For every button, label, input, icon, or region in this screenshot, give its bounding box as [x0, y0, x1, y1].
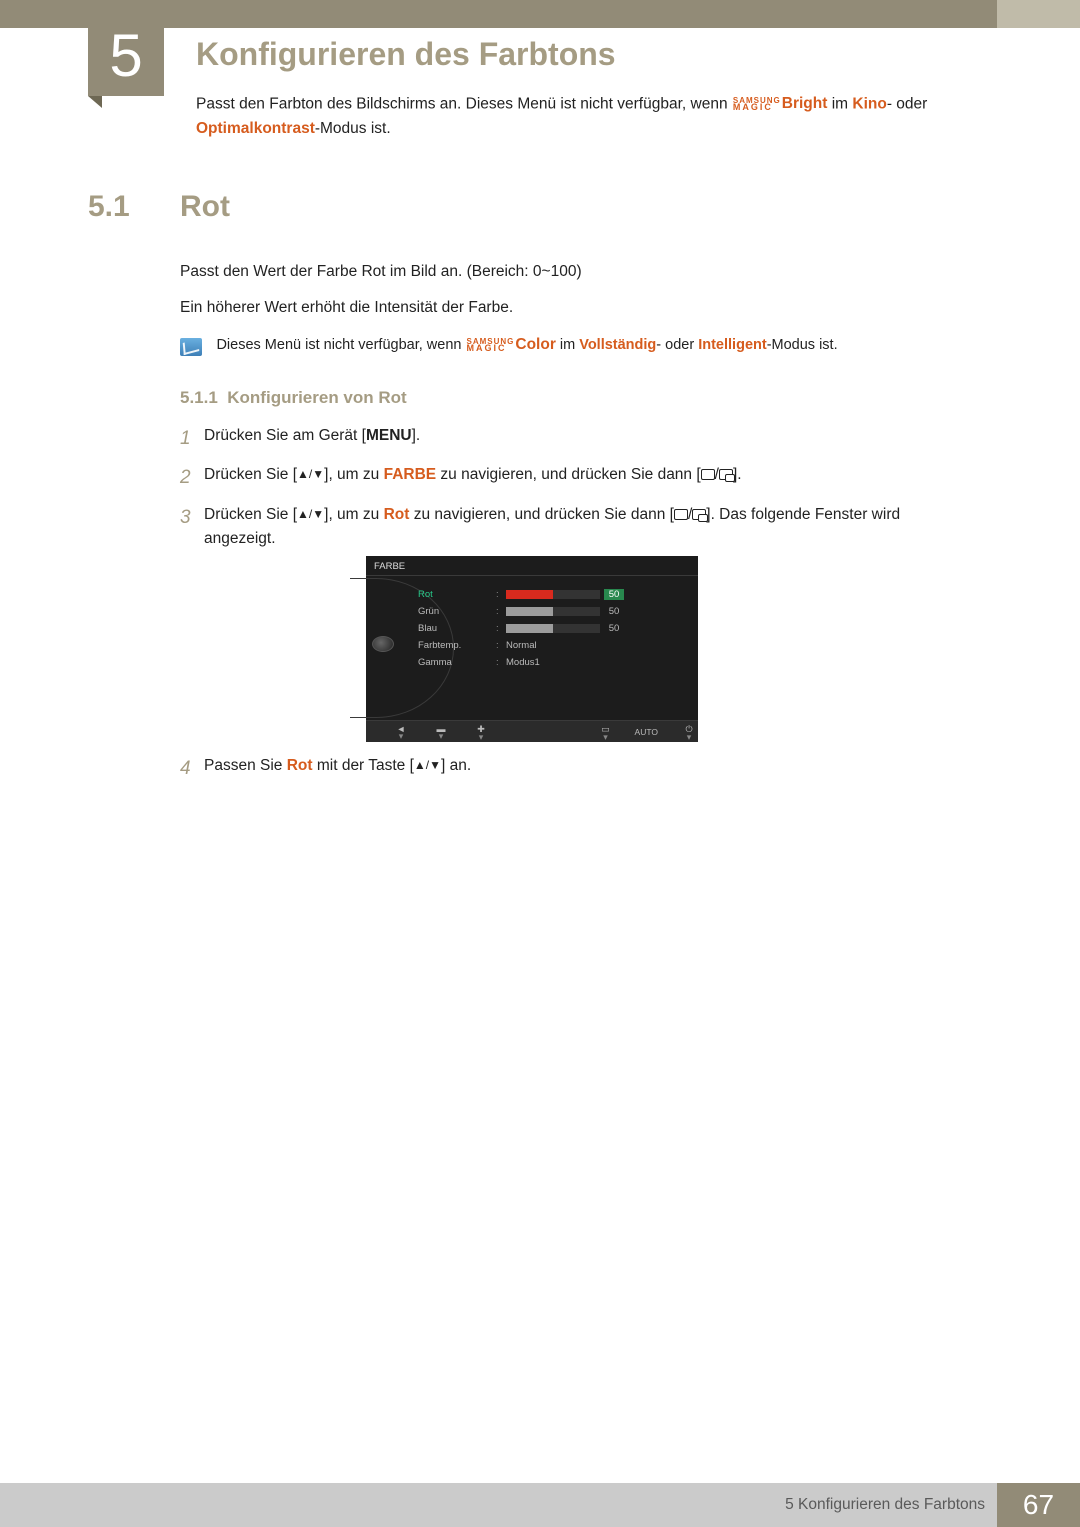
osd-row-label: Rot — [418, 589, 496, 600]
osd-rows: Rot:50Grün:50Blau:50Farbtemp.:NormalGamm… — [418, 586, 688, 671]
up-down-icon: ▲/▼ — [297, 467, 324, 481]
optimalkontrast-mode: Optimalkontrast — [196, 120, 315, 137]
chapter-intro: Passt den Farbton des Bildschirms an. Di… — [196, 92, 956, 142]
osd-back-icon: ◄▾ — [392, 724, 410, 739]
chapter-number: 5 — [109, 21, 142, 90]
osd-slider — [506, 590, 600, 599]
osd-row: Grün:50 — [418, 603, 688, 620]
osd-value: 50 — [604, 606, 624, 617]
header-band-corner — [997, 0, 1080, 28]
osd-source-icon: ▭▾ — [597, 724, 615, 740]
osd-row-label: Grün — [418, 606, 496, 617]
subsection-title: Konfigurieren von Rot — [227, 388, 406, 407]
magic-bright-label: Bright — [782, 95, 828, 112]
osd-power-icon: ⏻▾ — [680, 724, 698, 740]
enter-alt-icon — [692, 509, 706, 520]
kino-mode: Kino — [852, 96, 886, 113]
steps-continued: 4 Passen Sie Rot mit der Taste [▲/▼] an. — [180, 754, 960, 793]
osd-slider — [506, 607, 600, 616]
subsection-number: 5.1.1 — [180, 388, 218, 407]
osd-row-label: Gamma — [418, 657, 496, 668]
osd-row-label: Blau — [418, 623, 496, 634]
samsung-magic-logo: SAMSUNGMAGIC — [733, 98, 781, 111]
step-3: 3 Drücken Sie [▲/▼], um zu Rot zu navigi… — [180, 503, 960, 551]
osd-nav-bar: ◄▾ ▬▾ ✚▾ ▭▾ AUTO ⏻▾ — [366, 720, 698, 742]
osd-minus-icon: ▬▾ — [432, 724, 450, 739]
enter-icon — [674, 509, 688, 520]
up-down-icon: ▲/▼ — [297, 507, 324, 521]
steps-list: 1 Drücken Sie am Gerät [MENU]. 2 Drücken… — [180, 424, 960, 561]
step-2: 2 Drücken Sie [▲/▼], um zu FARBE zu navi… — [180, 463, 960, 492]
osd-row: Blau:50 — [418, 620, 688, 637]
menu-key: MENU — [366, 427, 412, 444]
enter-icon — [701, 469, 715, 480]
note-icon — [180, 338, 202, 356]
note-text: Dieses Menü ist nicht verfügbar, wenn SA… — [216, 336, 966, 354]
osd-auto-label: AUTO — [635, 727, 658, 737]
section-number: 5.1 — [88, 190, 130, 224]
osd-value: 50 — [604, 623, 624, 634]
osd-row: Rot:50 — [418, 586, 688, 603]
chapter-fold-icon — [88, 96, 102, 108]
step-4: 4 Passen Sie Rot mit der Taste [▲/▼] an. — [180, 754, 960, 783]
chapter-title: Konfigurieren des Farbtons — [196, 36, 616, 73]
up-down-icon: ▲/▼ — [414, 758, 441, 772]
note-row: Dieses Menü ist nicht verfügbar, wenn SA… — [180, 336, 980, 356]
farbe-menu: FARBE — [384, 466, 437, 483]
chapter-number-box: 5 — [88, 14, 164, 96]
osd-row: Gamma:Modus1 — [418, 654, 688, 671]
intelligent-mode: Intelligent — [698, 337, 766, 353]
paragraph-effect: Ein höherer Wert erhöht die Intensität d… — [180, 296, 960, 320]
intro-text-1: Passt den Farbton des Bildschirms an. Di… — [196, 96, 732, 113]
osd-screenshot: FARBE Rot:50Grün:50Blau:50Farbtemp.:Norm… — [366, 556, 698, 742]
osd-value: 50 — [604, 589, 624, 600]
rot-item: Rot — [384, 506, 410, 523]
vollstaendig-mode: Vollständig — [579, 337, 656, 353]
osd-value-text: Normal — [506, 640, 537, 651]
osd-title: FARBE — [366, 556, 698, 576]
footer-chapter-label: 5 Konfigurieren des Farbtons — [785, 1496, 985, 1514]
subsection-heading: 5.1.1 Konfigurieren von Rot — [180, 388, 407, 408]
footer-page-number: 67 — [997, 1483, 1080, 1527]
osd-slider — [506, 624, 600, 633]
osd-plus-icon: ✚▾ — [472, 724, 490, 740]
osd-body: Rot:50Grün:50Blau:50Farbtemp.:NormalGamm… — [366, 576, 698, 720]
section-title: Rot — [180, 190, 230, 224]
osd-row-label: Farbtemp. — [418, 640, 496, 651]
rot-item: Rot — [287, 757, 313, 774]
osd-palette-icon — [372, 636, 394, 652]
footer-band: 5 Konfigurieren des Farbtons — [0, 1483, 997, 1527]
enter-alt-icon — [719, 469, 733, 480]
osd-value-text: Modus1 — [506, 657, 540, 668]
paragraph-range: Passt den Wert der Farbe Rot im Bild an.… — [180, 260, 960, 284]
samsung-magic-logo: SAMSUNGMAGIC — [467, 339, 515, 352]
step-1: 1 Drücken Sie am Gerät [MENU]. — [180, 424, 960, 453]
osd-row: Farbtemp.:Normal — [418, 637, 688, 654]
magic-color-label: Color — [515, 336, 555, 353]
